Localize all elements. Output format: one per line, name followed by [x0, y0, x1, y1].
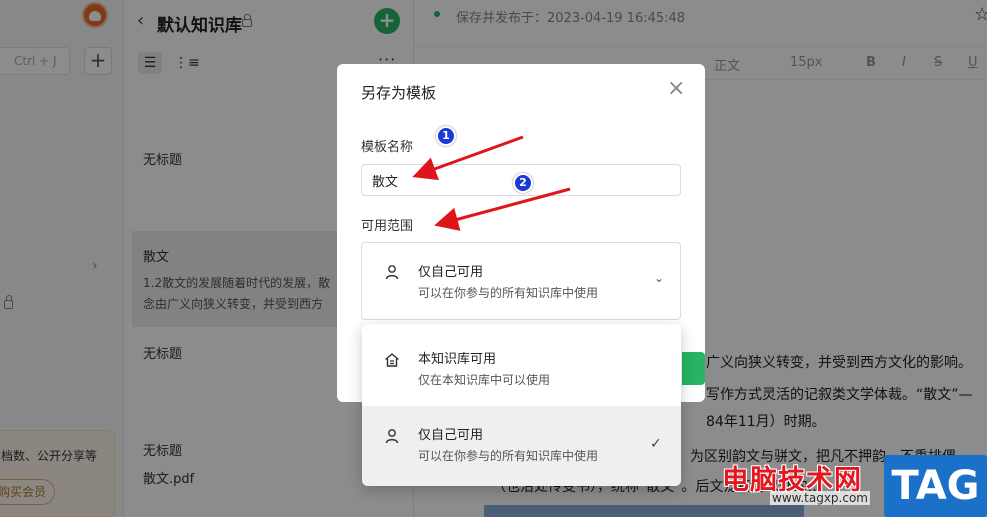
arrow-2: [434, 187, 571, 231]
arrow-1: [412, 135, 524, 181]
step-badge-2: 2: [513, 173, 533, 193]
watermark-url: www.tagxp.com: [770, 491, 870, 505]
tag-logo: TAG: [884, 455, 987, 517]
annotation-arrows: [412, 135, 571, 231]
step-badge-1: 1: [436, 126, 456, 146]
